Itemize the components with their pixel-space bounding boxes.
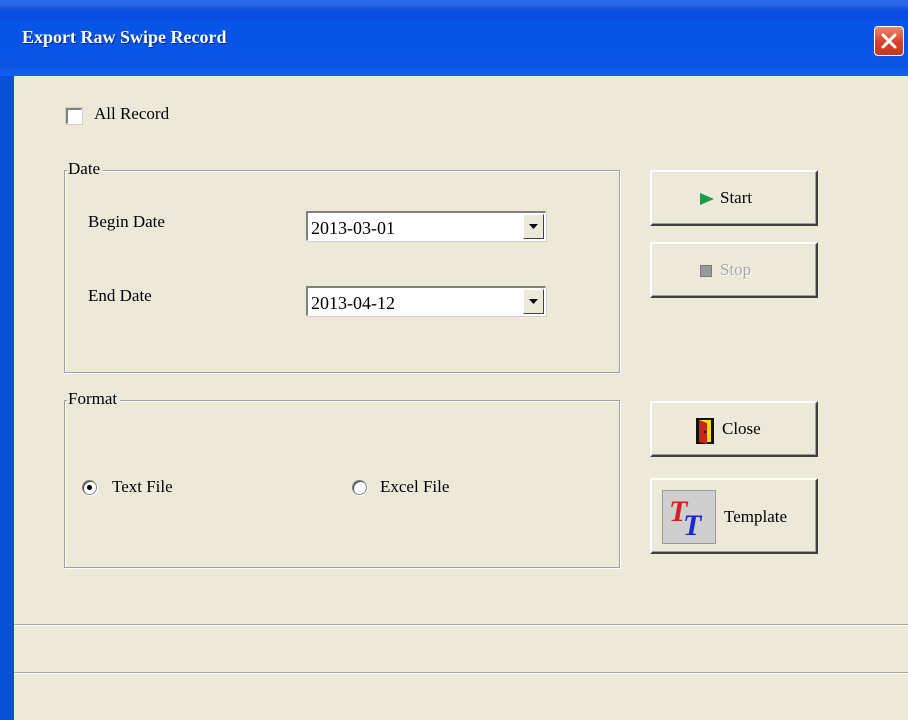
window-title: Export Raw Swipe Record bbox=[22, 27, 227, 47]
end-date-label: End Date bbox=[88, 286, 152, 305]
door-icon bbox=[696, 418, 714, 444]
window-close-button[interactable] bbox=[874, 26, 904, 56]
format-group-label: Format bbox=[67, 389, 121, 409]
start-label: Start bbox=[720, 188, 753, 207]
close-label: Close bbox=[722, 419, 761, 438]
begin-date-dropdown-button[interactable] bbox=[523, 214, 544, 239]
tt-font-glyph: T T bbox=[669, 495, 703, 542]
stop-icon bbox=[700, 265, 712, 277]
begin-date-value: 2013-03-01 bbox=[311, 218, 395, 238]
close-icon bbox=[881, 33, 897, 49]
tt-font-icon: T T bbox=[662, 490, 716, 544]
template-button[interactable]: T T Template bbox=[650, 478, 818, 554]
end-date-dropdown[interactable]: 2013-04-12 bbox=[306, 286, 546, 316]
excel-file-label[interactable]: Excel File bbox=[380, 477, 449, 497]
date-groupbox bbox=[64, 170, 620, 373]
begin-date-label: Begin Date bbox=[88, 212, 165, 231]
status-bar bbox=[14, 626, 908, 672]
all-record-label[interactable]: All Record bbox=[94, 104, 169, 124]
chevron-down-icon bbox=[529, 299, 538, 304]
text-file-label[interactable]: Text File bbox=[112, 477, 173, 497]
template-label: Template bbox=[724, 507, 788, 526]
stop-label: Stop bbox=[720, 260, 752, 279]
chevron-down-icon bbox=[529, 224, 538, 229]
svg-text:T: T bbox=[683, 509, 703, 542]
dialog-body: All Record Date Begin Date 2013-03-01 En… bbox=[14, 76, 908, 720]
end-date-value: 2013-04-12 bbox=[311, 293, 395, 313]
end-date-dropdown-button[interactable] bbox=[523, 289, 544, 314]
window-frame-left bbox=[0, 76, 14, 720]
all-record-checkbox[interactable] bbox=[65, 107, 83, 125]
begin-date-dropdown[interactable]: 2013-03-01 bbox=[306, 211, 546, 241]
stop-button[interactable]: Stop bbox=[650, 242, 818, 298]
excel-file-radio[interactable] bbox=[352, 480, 367, 495]
start-button[interactable]: Start bbox=[650, 170, 818, 226]
text-file-radio[interactable] bbox=[82, 480, 97, 495]
status-separator-bottom-highlight bbox=[14, 673, 908, 674]
play-icon bbox=[700, 193, 714, 205]
date-group-label: Date bbox=[67, 159, 104, 179]
radio-selected-dot bbox=[87, 485, 92, 490]
close-button[interactable]: Close bbox=[650, 401, 818, 457]
